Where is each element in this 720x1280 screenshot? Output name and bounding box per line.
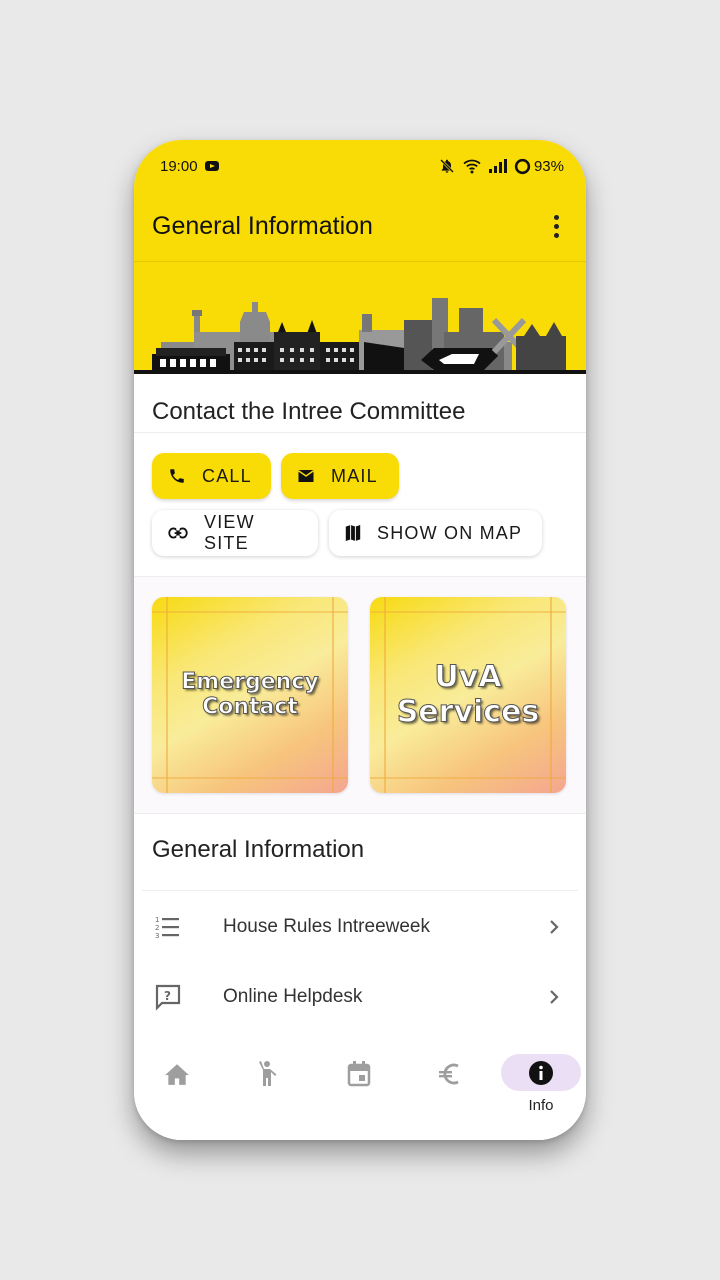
svg-text:3: 3 [155,932,159,940]
mail-icon [298,470,314,482]
svg-text:1: 1 [155,916,159,924]
more-options-button[interactable] [544,213,568,241]
battery-ring-icon [514,158,531,174]
more-vertical-icon [553,215,559,220]
quick-cards-section: Emergency Contact UvA Services [134,577,586,813]
call-button[interactable]: CALL [152,453,271,499]
info-icon [529,1060,553,1085]
card-decoration [370,611,566,613]
emergency-contact-card[interactable]: Emergency Contact [152,597,348,793]
nav-info-label: Info [528,1097,554,1114]
card-decoration [370,777,566,779]
nav-info[interactable]: Info [501,1054,581,1114]
uva-services-label: UvA Services [370,659,566,730]
nav-finance[interactable] [410,1054,490,1114]
app-bar: General Information [134,192,586,262]
list-item-label: House Rules Intreeweek [223,916,430,937]
card-label-line: UvA [434,659,502,695]
mail-button-label: MAIL [331,465,378,486]
calendar-icon [347,1061,371,1087]
amsterdam-skyline-image [134,298,586,374]
nav-calendar[interactable] [319,1054,399,1114]
battery-level: 93% [533,157,564,175]
view-site-button-label: VIEW SITE [204,512,255,553]
list-item-label: Online Helpdesk [223,986,363,1007]
mail-button[interactable]: MAIL [281,453,399,499]
bottom-navigation: Info [134,1040,586,1140]
card-decoration [152,611,348,613]
phone-icon [170,469,184,483]
map-icon [345,525,361,541]
contact-section-title: Contact the Intree Committee [152,398,466,425]
page-title: General Information [152,212,373,240]
nav-activities[interactable] [227,1054,307,1114]
home-icon [165,1064,189,1085]
link-icon [168,527,188,539]
mute-icon [440,159,454,173]
status-bar: 19:00 93% [134,140,586,192]
skyline-banner [134,262,586,374]
divider [134,813,586,814]
list-item-house-rules[interactable]: 123 House Rules Intreeweek [134,894,586,960]
wifi-icon [463,159,481,174]
numbered-list-icon: 123 [155,916,179,940]
svg-text:?: ? [164,989,171,1003]
card-label-line: Contact [202,694,299,720]
show-on-map-button-label: SHOW ON MAP [377,522,523,543]
euro-icon [439,1063,459,1085]
general-info-title: General Information [152,836,365,863]
status-time: 19:00 [160,157,198,175]
call-button-label: CALL [202,465,252,486]
divider [134,432,586,433]
phone-screen: 19:00 93% General Information Contact th… [134,140,586,1140]
chevron-right-icon [550,920,559,934]
youtube-icon [204,161,219,171]
card-label-line: Emergency [181,669,319,695]
divider [142,890,578,891]
chevron-right-icon [550,990,559,1004]
card-decoration [152,777,348,779]
uva-services-card[interactable]: UvA Services [370,597,566,793]
help-chat-icon: ? [155,984,181,1011]
show-on-map-button[interactable]: SHOW ON MAP [329,510,542,556]
svg-text:2: 2 [155,924,159,932]
person-waving-icon [259,1061,277,1086]
nav-home[interactable] [137,1054,217,1114]
list-item-online-helpdesk[interactable]: ? Online Helpdesk [134,964,586,1030]
more-dot [553,224,559,229]
more-dot [553,233,559,238]
view-site-button[interactable]: VIEW SITE [152,510,318,556]
card-label-line: Services [396,694,540,729]
emergency-contact-label: Emergency Contact [152,669,348,720]
signal-icon [488,159,507,173]
